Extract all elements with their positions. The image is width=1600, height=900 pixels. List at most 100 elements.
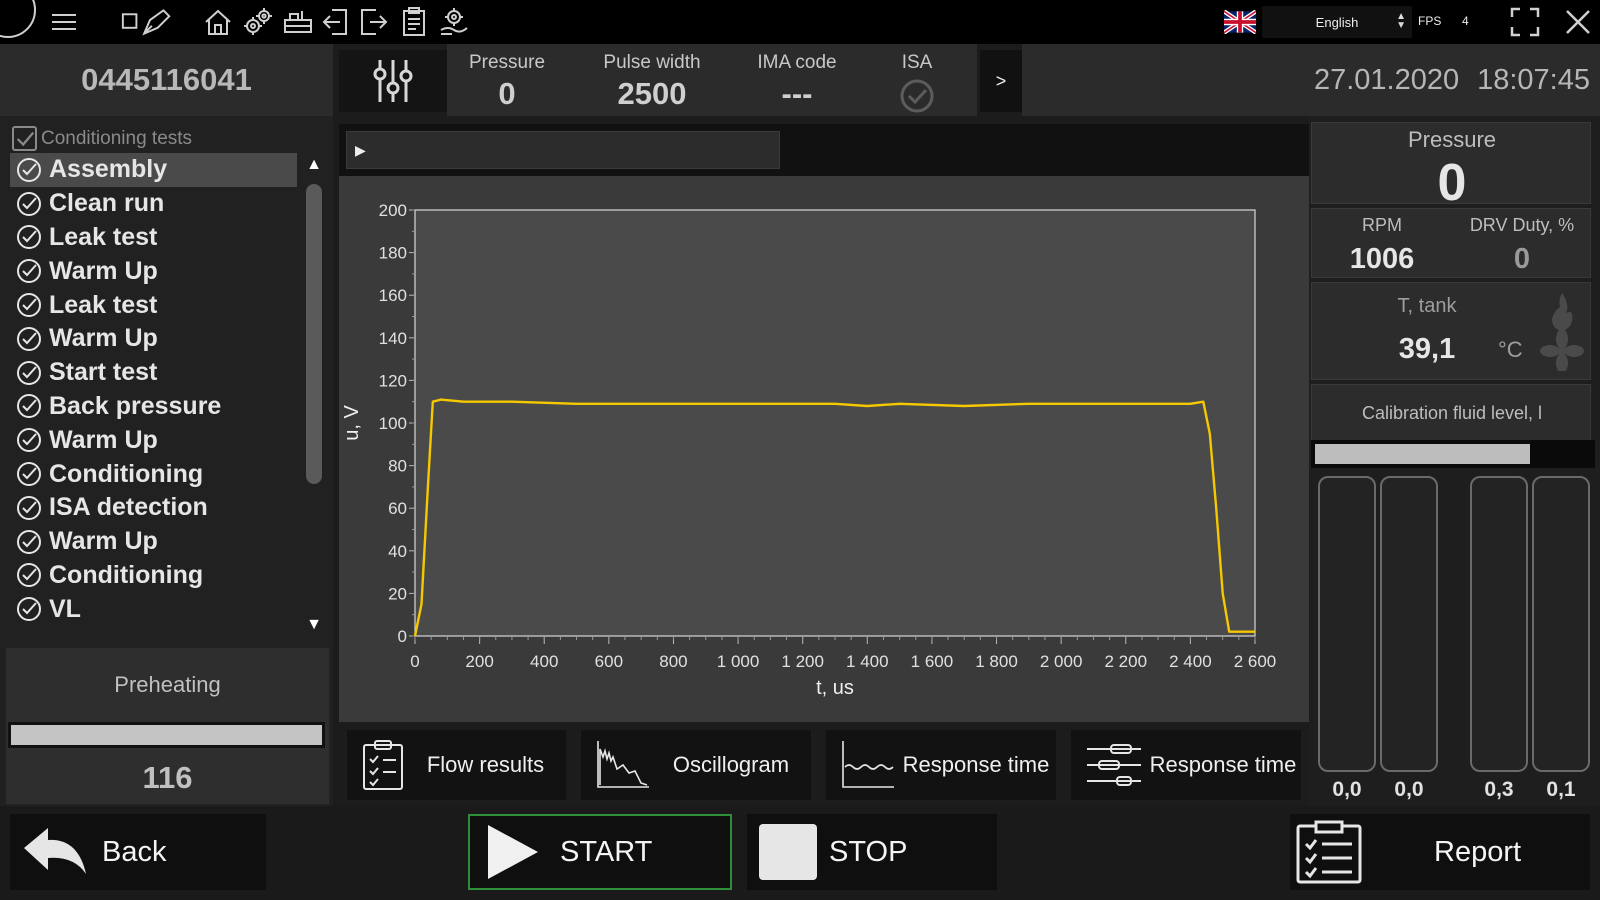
check-circle-icon[interactable]	[16, 224, 42, 250]
conditioning-tests-label: Conditioning tests	[41, 127, 193, 149]
test-item[interactable]: Conditioning	[10, 626, 297, 630]
x-tick-label: 1 800	[975, 652, 1018, 671]
check-circle-icon[interactable]	[16, 258, 42, 284]
check-circle-icon[interactable]	[16, 157, 42, 183]
check-circle-icon[interactable]	[16, 427, 42, 453]
test-item[interactable]: Warm Up	[10, 322, 297, 356]
check-circle-icon[interactable]	[16, 360, 42, 386]
scroll-up-arrow-icon[interactable]: ▲	[302, 156, 326, 178]
y-tick-label: 60	[388, 499, 407, 518]
gear-hand-icon[interactable]	[436, 4, 472, 40]
start-button[interactable]: START	[468, 814, 732, 890]
conditioning-tests-header[interactable]: Conditioning tests	[12, 126, 192, 151]
injector-icon	[1087, 744, 1141, 786]
test-item[interactable]: Conditioning	[10, 559, 297, 593]
response-time-button-2[interactable]: Response time	[1071, 730, 1301, 800]
rpm-label: RPM	[1362, 215, 1402, 235]
check-circle-icon[interactable]	[16, 461, 42, 487]
preheating-value: 116	[142, 760, 193, 795]
tool-label: Oscillogram	[672, 752, 790, 777]
select-arrows-icon: ▲ ▼	[1396, 11, 1406, 31]
clipboard-icon[interactable]	[396, 4, 432, 40]
play-strip[interactable]: ▶	[346, 131, 780, 169]
check-circle-icon[interactable]	[16, 191, 42, 217]
measuring-tube-1	[1318, 476, 1376, 772]
y-tick-label: 40	[388, 542, 407, 561]
test-item[interactable]: Clean run	[10, 187, 297, 221]
rpm-box: RPM 1006 DRV Duty, % 0	[1311, 208, 1591, 278]
check-circle-icon[interactable]	[16, 292, 42, 318]
param-pulse-width: Pulse width 2500	[577, 44, 727, 116]
report-button[interactable]: Report	[1290, 814, 1590, 890]
export-icon[interactable]	[356, 4, 392, 40]
test-item[interactable]: Warm Up	[10, 254, 297, 288]
close-icon[interactable]	[1564, 8, 1592, 36]
scroll-down-arrow-icon[interactable]: ▼	[302, 616, 326, 638]
test-item[interactable]: Warm Up	[10, 423, 297, 457]
gears-icon[interactable]	[240, 4, 276, 40]
wave-icon	[842, 741, 894, 788]
test-item-label: Warm Up	[49, 425, 158, 454]
test-item-label: Clean run	[49, 189, 165, 218]
x-tick-label: 1 000	[717, 652, 760, 671]
home-icon[interactable]	[200, 4, 236, 40]
test-item-label: Warm Up	[49, 527, 158, 556]
checklist-icon	[363, 740, 403, 790]
checkbox-icon[interactable]	[12, 126, 37, 151]
import-icon[interactable]	[318, 4, 354, 40]
settings-sliders-button[interactable]	[339, 50, 447, 112]
play-icon	[488, 825, 538, 879]
report-label: Report	[1434, 835, 1522, 868]
pen-icon[interactable]	[116, 4, 180, 40]
test-item[interactable]: Leak test	[10, 288, 297, 322]
language-select[interactable]: English ▲ ▼	[1262, 6, 1412, 38]
test-item[interactable]: Warm Up	[10, 525, 297, 559]
check-circle-icon[interactable]	[16, 562, 42, 588]
check-circle-icon[interactable]	[16, 326, 42, 352]
flow-results-button[interactable]: Flow results	[347, 730, 566, 800]
param-label: Pulse width	[603, 52, 701, 73]
more-params-button[interactable]: >	[980, 50, 1022, 112]
test-item[interactable]: Start test	[10, 356, 297, 390]
stop-button[interactable]: STOP	[747, 814, 997, 890]
report-clipboard-icon	[1296, 820, 1362, 884]
y-tick-label: 200	[379, 201, 407, 220]
check-circle-icon[interactable]	[16, 495, 42, 521]
tank-temp-unit: °C	[1498, 337, 1523, 362]
play-icon[interactable]: ▶	[355, 142, 366, 159]
response-time-button-1[interactable]: Response time	[826, 730, 1056, 800]
drv-duty-value: 0	[1513, 243, 1531, 275]
x-tick-label: 200	[465, 652, 493, 671]
language-value: English	[1315, 14, 1359, 30]
tube-value: 0,3	[1484, 778, 1514, 801]
preheating-progress-fill	[11, 725, 322, 745]
test-item[interactable]: Leak test	[10, 221, 297, 255]
test-item[interactable]: Conditioning	[10, 457, 297, 491]
test-bench-icon[interactable]	[280, 4, 316, 40]
back-button[interactable]: Back	[10, 814, 266, 890]
test-item[interactable]: Back pressure	[10, 390, 297, 424]
uk-flag-icon[interactable]	[1222, 9, 1258, 35]
test-item-label: Assembly	[49, 155, 168, 184]
test-item[interactable]: VL	[10, 592, 297, 626]
x-tick-label: 2 000	[1040, 652, 1083, 671]
hamburger-icon[interactable]	[46, 4, 82, 40]
test-item-label: Conditioning	[49, 560, 204, 589]
param-label: IMA code	[757, 52, 837, 73]
y-tick-label: 180	[379, 244, 407, 263]
check-circle-icon[interactable]	[16, 529, 42, 555]
y-tick-label: 100	[379, 414, 407, 433]
scroll-thumb[interactable]	[306, 184, 322, 484]
fullscreen-icon[interactable]	[1510, 7, 1540, 37]
test-item[interactable]: ISA detection	[10, 491, 297, 525]
oscillogram-button[interactable]: Oscillogram	[581, 730, 811, 800]
test-item[interactable]: Assembly	[10, 153, 297, 187]
check-circle-icon[interactable]	[16, 596, 42, 622]
param-pressure: Pressure 0	[447, 44, 567, 116]
test-item-label: Warm Up	[49, 324, 158, 353]
tank-temp-value: 39,1	[1398, 333, 1456, 365]
oscillogram-chart: 0 20 40 60 80 100 120 140 160 180 200 0 200 400 600 800…	[341, 201, 1276, 699]
params-strip: Pressure 0 Pulse width 2500 IMA code ---…	[447, 44, 977, 116]
check-circle-icon[interactable]	[16, 393, 42, 419]
rpm-value: 1006	[1349, 243, 1415, 275]
